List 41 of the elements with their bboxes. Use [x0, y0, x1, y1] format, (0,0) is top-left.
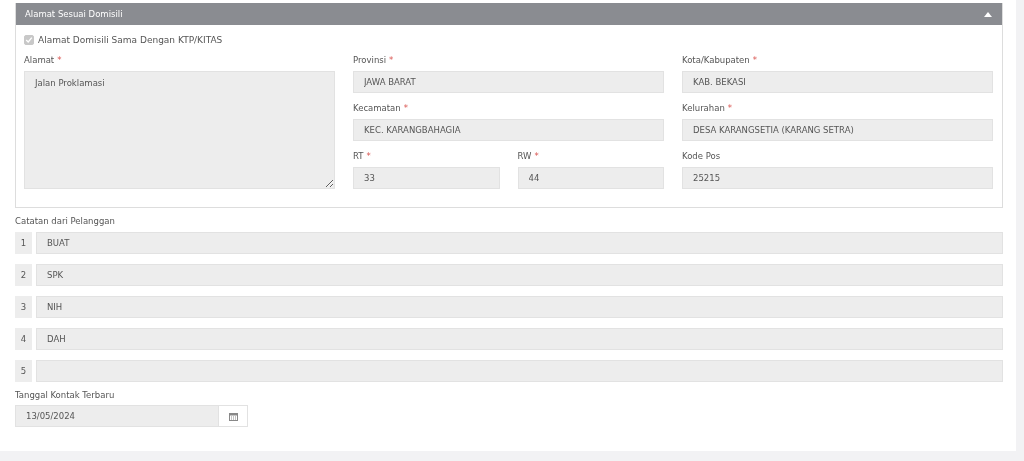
field-label: RT: [353, 151, 364, 161]
input-field[interactable]: DESA KARANGSETIA (KARANG SETRA): [682, 119, 993, 141]
required-mark: *: [57, 55, 62, 65]
input-field[interactable]: [36, 360, 1003, 382]
input-field[interactable]: 33: [353, 167, 500, 189]
input-field[interactable]: 44: [517, 167, 664, 189]
calendar-button[interactable]: [219, 405, 248, 427]
panel-title: Alamat Sesuai Domisili: [25, 9, 123, 19]
input-field[interactable]: BUAT: [36, 232, 1003, 254]
required-mark: *: [403, 103, 408, 113]
input-field[interactable]: KAB. BEKASI: [682, 71, 993, 93]
address-textarea[interactable]: Jalan Proklamasi: [24, 71, 335, 189]
field-label: Kode Pos: [682, 151, 721, 161]
input-field[interactable]: JAWA BARAT: [353, 71, 664, 93]
field-label: Kecamatan: [353, 103, 401, 113]
required-mark: *: [752, 55, 757, 65]
line-number: 3: [15, 296, 32, 318]
field-label: Alamat: [24, 55, 55, 65]
input-field[interactable]: DAH: [36, 328, 1003, 350]
line-number: 4: [15, 328, 32, 350]
input-field[interactable]: SPK: [36, 264, 1003, 286]
caret-icon[interactable]: [984, 11, 992, 17]
input-field[interactable]: NIH: [36, 296, 1003, 318]
field-label: Kota/Kabupaten: [682, 55, 750, 65]
input-field[interactable]: 25215: [682, 167, 993, 189]
line-number: 2: [15, 264, 32, 286]
line-number: 5: [15, 360, 32, 382]
field-label: Tanggal Kontak Terbaru: [15, 390, 116, 400]
field-label: Kelurahan: [682, 103, 725, 113]
required-mark: *: [727, 103, 733, 113]
required-mark: *: [534, 151, 539, 161]
field-label: Provinsi: [353, 55, 387, 65]
required-mark: *: [366, 151, 371, 161]
calendar-icon: [228, 411, 238, 421]
field-label: Catatan dari Pelanggan: [15, 216, 116, 226]
checkbox-label: Alamat Domisili Sama Dengan KTP/KITAS: [38, 35, 223, 45]
line-number: 1: [15, 232, 32, 254]
field-label: RW: [517, 151, 532, 161]
required-mark: *: [389, 55, 394, 65]
date-field[interactable]: 13/05/2024: [15, 405, 219, 427]
input-field[interactable]: KEC. KARANGBAHAGIA: [353, 119, 664, 141]
